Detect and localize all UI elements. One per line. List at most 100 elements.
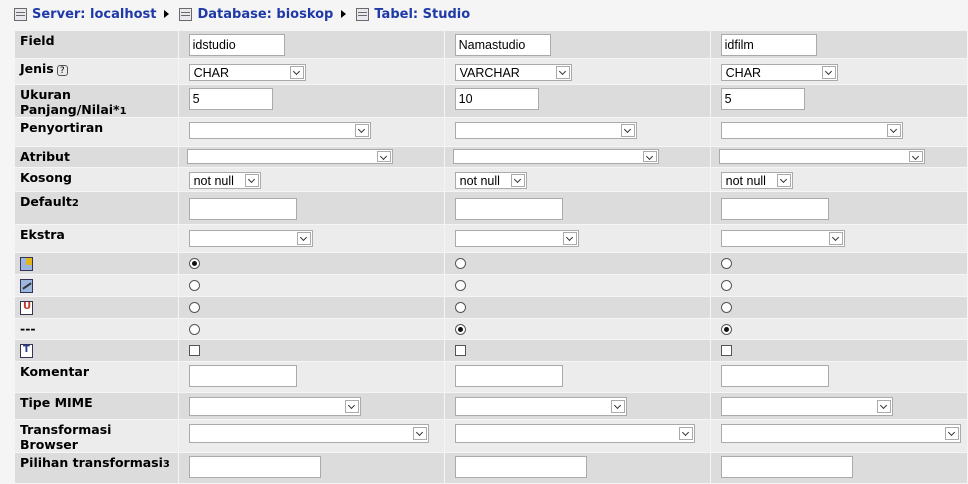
- null-select-1-value: not null: [193, 173, 234, 188]
- index-radio-1[interactable]: [188, 280, 200, 291]
- mime-select-3[interactable]: [720, 397, 893, 416]
- mime-select-1[interactable]: [188, 397, 361, 416]
- noindex-radio-1[interactable]: [188, 324, 200, 335]
- chevron-down-icon: [620, 124, 635, 137]
- breadcrumb-table[interactable]: Tabel: Studio: [356, 7, 470, 22]
- label-ekstra: Ekstra: [15, 225, 178, 252]
- row-kosong: Kosong not null not null not null: [15, 168, 967, 191]
- noindex-radio-2[interactable]: [454, 324, 466, 335]
- row-penyortiran: Penyortiran: [15, 118, 967, 146]
- label-tipe-mime: Tipe MIME: [15, 393, 178, 419]
- primary-radio-1[interactable]: [188, 258, 200, 269]
- default-input-1[interactable]: [188, 198, 297, 220]
- table-icon: [356, 7, 370, 21]
- chevron-down-icon: [876, 400, 891, 413]
- null-select-2-value: not null: [459, 173, 500, 188]
- row-unique: U: [15, 297, 967, 318]
- transformation-options-input-2[interactable]: [454, 456, 587, 478]
- fulltext-checkbox-2[interactable]: [454, 345, 466, 356]
- chevron-down-icon: [642, 151, 657, 162]
- noindex-radio-3[interactable]: [720, 324, 732, 335]
- type-select-2[interactable]: VARCHAR: [454, 64, 572, 81]
- unique-radio-2[interactable]: [454, 302, 466, 313]
- unique-radio-3[interactable]: [720, 302, 732, 313]
- label-primary: [15, 253, 178, 274]
- primary-radio-2[interactable]: [454, 258, 466, 269]
- chevron-down-icon: [412, 427, 427, 440]
- extra-select-3[interactable]: [720, 230, 845, 247]
- transformation-select-2[interactable]: [454, 424, 695, 443]
- fulltext-checkbox-1[interactable]: [188, 345, 200, 356]
- database-link[interactable]: Database: bioskop: [197, 7, 333, 22]
- help-icon[interactable]: ?: [56, 65, 68, 76]
- extra-select-2[interactable]: [454, 230, 579, 247]
- extra-select-1[interactable]: [188, 230, 313, 247]
- label-fulltext: T: [15, 340, 178, 361]
- type-select-3-value: CHAR: [725, 65, 762, 80]
- unique-icon-glyph: U: [23, 301, 32, 312]
- default-input-2[interactable]: [454, 198, 563, 220]
- transformation-select-1[interactable]: [188, 424, 429, 443]
- label-jenis-text: Jenis: [20, 61, 54, 76]
- comment-input-3[interactable]: [720, 365, 829, 387]
- mime-select-2[interactable]: [454, 397, 627, 416]
- comment-input-1[interactable]: [188, 365, 297, 387]
- type-select-1[interactable]: CHAR: [188, 64, 306, 81]
- primary-radio-3[interactable]: [720, 258, 732, 269]
- field-name-input-2[interactable]: Namastudio: [454, 34, 551, 56]
- chevron-down-icon: [944, 427, 959, 440]
- chevron-down-icon: [510, 174, 525, 187]
- field-name-input-3[interactable]: idfilm: [720, 34, 817, 56]
- collation-select-3[interactable]: [720, 122, 903, 139]
- index-radio-2[interactable]: [454, 280, 466, 291]
- label-pilihan: Pilihan transformasi3: [15, 453, 178, 483]
- row-field: Field idstudio Namastudio idfilm: [15, 31, 967, 58]
- length-input-1[interactable]: 5: [188, 88, 273, 110]
- chevron-down-icon: [289, 66, 304, 79]
- footnote-3: 3: [162, 459, 170, 470]
- transformation-options-input-1[interactable]: [188, 456, 321, 478]
- index-radio-3[interactable]: [720, 280, 732, 291]
- null-select-2[interactable]: not null: [454, 172, 527, 189]
- null-select-1[interactable]: not null: [188, 172, 261, 189]
- length-input-3[interactable]: 5: [720, 88, 805, 110]
- attribute-select-2[interactable]: [452, 149, 659, 164]
- row-pilihan: Pilihan transformasi3: [15, 453, 967, 483]
- collation-select-1[interactable]: [188, 122, 371, 139]
- breadcrumb-server[interactable]: Server: localhost: [14, 7, 156, 22]
- field-definition-table: Field idstudio Namastudio idfilm Jenis? …: [14, 30, 968, 484]
- row-atribut: Atribut: [15, 147, 967, 167]
- attribute-select-1[interactable]: [186, 149, 393, 164]
- chevron-down-icon: [296, 232, 311, 245]
- default-input-3[interactable]: [720, 198, 829, 220]
- label-komentar: Komentar: [15, 362, 178, 392]
- breadcrumb-separator-icon: [164, 10, 170, 18]
- null-select-3[interactable]: not null: [720, 172, 793, 189]
- label-penyortiran: Penyortiran: [15, 118, 178, 146]
- comment-input-2[interactable]: [454, 365, 563, 387]
- type-select-3[interactable]: CHAR: [720, 64, 838, 81]
- breadcrumb-database[interactable]: Database: bioskop: [179, 7, 333, 22]
- label-index: [15, 275, 178, 296]
- attribute-select-3[interactable]: [718, 149, 925, 164]
- length-input-2[interactable]: 10: [454, 88, 539, 110]
- row-default: Default2: [15, 192, 967, 224]
- row-index: [15, 275, 967, 296]
- chevron-down-icon: [555, 66, 570, 79]
- row-primary-key: [15, 253, 967, 274]
- unique-radio-1[interactable]: [188, 302, 200, 313]
- transformation-options-input-3[interactable]: [720, 456, 853, 478]
- row-ekstra: Ekstra: [15, 225, 967, 252]
- fulltext-checkbox-3[interactable]: [720, 345, 732, 356]
- label-ukuran-text: Ukuran Panjang/Nilai*: [20, 87, 120, 117]
- chevron-down-icon: [886, 124, 901, 137]
- table-link[interactable]: Tabel: Studio: [374, 7, 470, 22]
- field-name-input-1[interactable]: idstudio: [188, 34, 285, 56]
- chevron-down-icon: [678, 427, 693, 440]
- type-select-1-value: CHAR: [193, 65, 230, 80]
- collation-select-2[interactable]: [454, 122, 637, 139]
- transformation-select-3[interactable]: [720, 424, 961, 443]
- label-default: Default2: [15, 192, 178, 224]
- server-link[interactable]: Server: localhost: [32, 7, 156, 22]
- label-ukuran: Ukuran Panjang/Nilai*1: [15, 85, 178, 117]
